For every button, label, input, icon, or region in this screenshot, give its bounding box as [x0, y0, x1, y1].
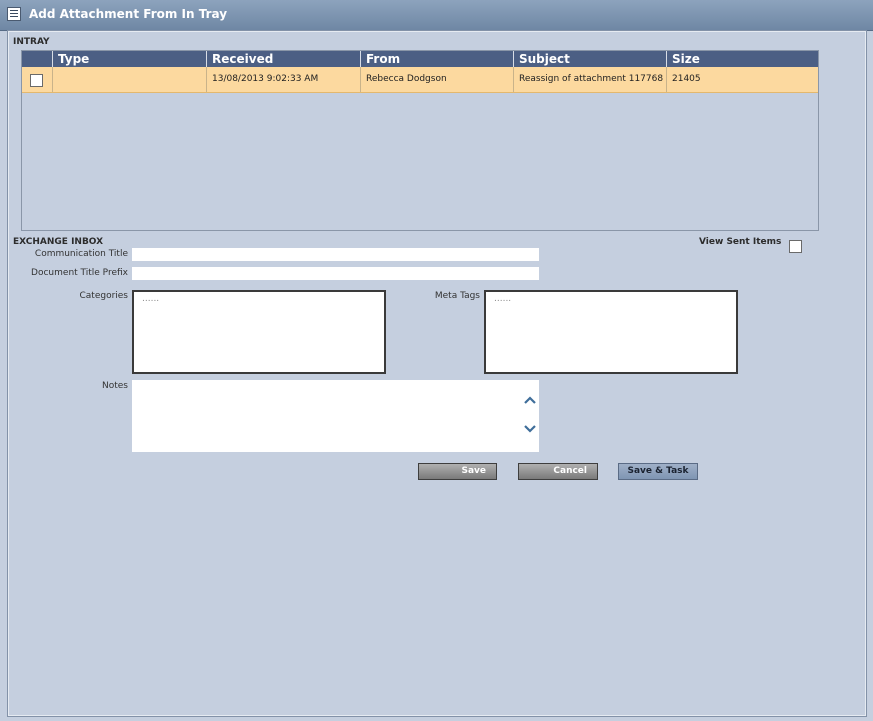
notes-textarea[interactable]	[132, 380, 539, 452]
cell-received: 13/08/2013 9:02:33 AM	[206, 67, 360, 92]
view-sent-items-checkbox[interactable]	[789, 240, 802, 253]
meta-tags-placeholder: ......	[494, 294, 512, 304]
categories-placeholder: ......	[142, 294, 160, 304]
document-title-prefix-label: Document Title Prefix	[31, 268, 128, 278]
intray-grid-header: Type Received From Subject Size	[22, 51, 818, 67]
intray-label: INTRAY	[13, 37, 50, 47]
save-button[interactable]: Save	[418, 463, 497, 480]
column-header-size[interactable]: Size	[666, 51, 818, 67]
column-header-from[interactable]: From	[360, 51, 513, 67]
window-title: Add Attachment From In Tray	[29, 7, 228, 21]
cell-from: Rebecca Dodgson	[360, 67, 513, 92]
categories-listbox[interactable]: ......	[132, 290, 386, 374]
title-bar: Add Attachment From In Tray	[0, 0, 873, 31]
row-select-checkbox[interactable]	[30, 74, 43, 87]
communication-title-field[interactable]	[132, 248, 539, 261]
column-header-received[interactable]: Received	[206, 51, 360, 67]
window-list-icon	[7, 7, 21, 21]
exchange-inbox-label: EXCHANGE INBOX	[13, 237, 104, 247]
column-header-subject[interactable]: Subject	[513, 51, 666, 67]
chevron-up-icon[interactable]	[523, 395, 537, 405]
column-header-type[interactable]: Type	[52, 51, 206, 67]
table-row[interactable]: 13/08/2013 9:02:33 AM Rebecca Dodgson Re…	[22, 67, 818, 93]
chevron-down-icon[interactable]	[523, 424, 537, 434]
save-and-task-button[interactable]: Save & Task	[618, 463, 698, 480]
cell-type	[52, 67, 206, 92]
cell-size: 21405	[666, 67, 818, 92]
categories-label: Categories	[79, 291, 128, 301]
notes-label: Notes	[102, 381, 128, 391]
communication-title-label: Communication Title	[34, 249, 128, 259]
meta-tags-listbox[interactable]: ......	[484, 290, 738, 374]
document-title-prefix-field[interactable]	[132, 267, 539, 280]
cancel-button[interactable]: Cancel	[518, 463, 598, 480]
view-sent-items-label: View Sent Items	[699, 237, 782, 247]
cell-subject: Reassign of attachment 117768	[513, 67, 666, 92]
intray-grid: Type Received From Subject Size 13/08/20…	[21, 50, 819, 231]
meta-tags-label: Meta Tags	[434, 291, 480, 301]
